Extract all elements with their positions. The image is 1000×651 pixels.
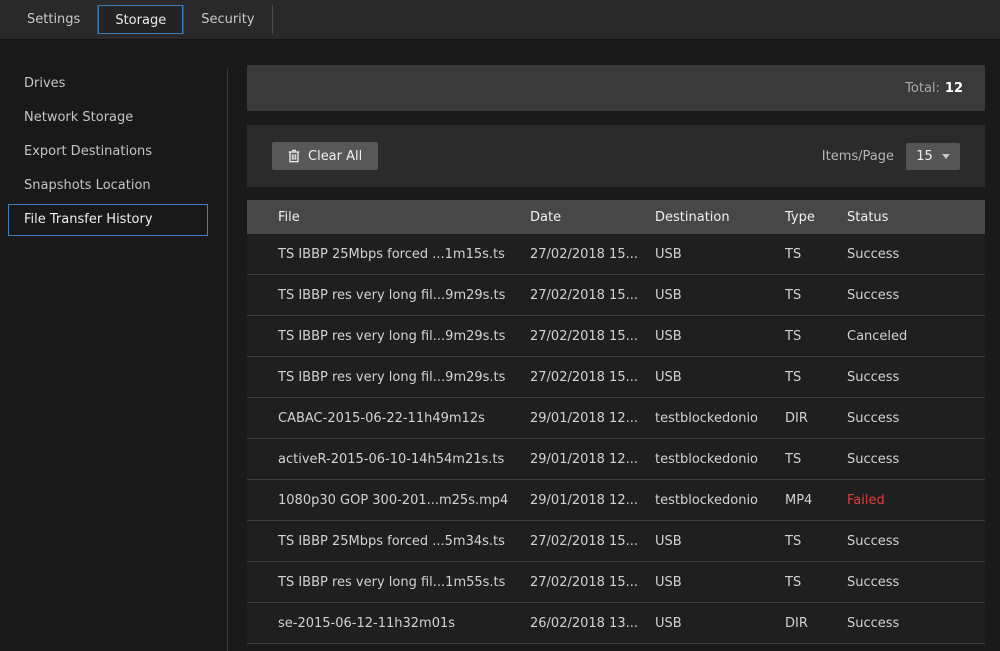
- cell-status: Success: [847, 411, 985, 426]
- column-header-type: Type: [785, 210, 847, 225]
- cell-status: Success: [847, 616, 985, 631]
- cell-status: Success: [847, 288, 985, 303]
- table-row[interactable]: 1080p30 GOP 300-201...m25s.mp4 29/01/201…: [247, 480, 985, 521]
- cell-date: 29/01/2018 12...: [530, 452, 655, 467]
- cell-type: DIR: [785, 411, 847, 426]
- table-row[interactable]: TS IBBP 25Mbps forced ...1m15s.ts 27/02/…: [247, 234, 985, 275]
- cell-destination: USB: [655, 288, 785, 303]
- cell-type: TS: [785, 452, 847, 467]
- cell-file: TS IBBP res very long fil...9m29s.ts: [247, 329, 530, 344]
- cell-destination: USB: [655, 329, 785, 344]
- cell-type: TS: [785, 288, 847, 303]
- cell-destination: testblockedonio: [655, 411, 785, 426]
- cell-status: Canceled: [847, 329, 985, 344]
- table-row[interactable]: TS IBBP res very long fil...9m29s.ts 27/…: [247, 357, 985, 398]
- items-per-page-value: 15: [916, 149, 933, 164]
- pagination-controls: Items/Page 15: [822, 143, 960, 170]
- tab-separator: [272, 5, 273, 34]
- trash-icon: [288, 149, 300, 163]
- sidebar-item-file-transfer-history[interactable]: File Transfer History: [8, 204, 208, 236]
- cell-type: TS: [785, 575, 847, 590]
- table-row[interactable]: activeR-2015-06-10-14h54m21s.ts 29/01/20…: [247, 439, 985, 480]
- tab-security[interactable]: Security: [184, 5, 271, 34]
- cell-destination: USB: [655, 370, 785, 385]
- column-header-status: Status: [847, 210, 985, 225]
- table-body: TS IBBP 25Mbps forced ...1m15s.ts 27/02/…: [247, 234, 985, 644]
- cell-destination: testblockedonio: [655, 452, 785, 467]
- cell-type: TS: [785, 534, 847, 549]
- cell-type: DIR: [785, 616, 847, 631]
- cell-date: 27/02/2018 15...: [530, 329, 655, 344]
- cell-date: 29/01/2018 12...: [530, 493, 655, 508]
- cell-type: TS: [785, 329, 847, 344]
- cell-date: 29/01/2018 12...: [530, 411, 655, 426]
- cell-file: CABAC-2015-06-22-11h49m12s: [247, 411, 530, 426]
- sidebar-item-drives[interactable]: Drives: [0, 67, 228, 101]
- cell-date: 27/02/2018 15...: [530, 575, 655, 590]
- table-header: File Date Destination Type Status: [247, 200, 985, 234]
- tab-storage[interactable]: Storage: [98, 5, 183, 34]
- cell-file: TS IBBP 25Mbps forced ...5m34s.ts: [247, 534, 530, 549]
- cell-status: Success: [847, 247, 985, 262]
- main-panel: Total: 12 Clear All Items/Page 15: [247, 41, 985, 651]
- column-header-date: Date: [530, 210, 655, 225]
- table-row[interactable]: TS IBBP 25Mbps forced ...5m34s.ts 27/02/…: [247, 521, 985, 562]
- cell-destination: USB: [655, 534, 785, 549]
- items-per-page-label: Items/Page: [822, 149, 894, 164]
- cell-destination: USB: [655, 616, 785, 631]
- sidebar-item-snapshots-location[interactable]: Snapshots Location: [0, 169, 228, 203]
- clear-all-button[interactable]: Clear All: [272, 142, 378, 170]
- total-value: 12: [945, 81, 963, 96]
- cell-file: activeR-2015-06-10-14h54m21s.ts: [247, 452, 530, 467]
- top-tab-bar: Settings Storage Security: [0, 0, 1000, 40]
- cell-destination: USB: [655, 247, 785, 262]
- cell-type: TS: [785, 370, 847, 385]
- cell-type: TS: [785, 247, 847, 262]
- cell-status: Success: [847, 575, 985, 590]
- cell-date: 27/02/2018 15...: [530, 534, 655, 549]
- cell-file: TS IBBP 25Mbps forced ...1m15s.ts: [247, 247, 530, 262]
- sidebar-divider: [227, 68, 228, 651]
- cell-type: MP4: [785, 493, 847, 508]
- cell-status: Success: [847, 452, 985, 467]
- items-per-page-dropdown[interactable]: 15: [906, 143, 960, 170]
- cell-destination: testblockedonio: [655, 493, 785, 508]
- table-row[interactable]: CABAC-2015-06-22-11h49m12s 29/01/2018 12…: [247, 398, 985, 439]
- table-row[interactable]: TS IBBP res very long fil...9m29s.ts 27/…: [247, 275, 985, 316]
- cell-file: se-2015-06-12-11h32m01s: [247, 616, 530, 631]
- tab-settings[interactable]: Settings: [10, 5, 97, 34]
- clear-all-label: Clear All: [308, 149, 362, 164]
- column-header-file: File: [247, 210, 530, 225]
- cell-date: 27/02/2018 15...: [530, 247, 655, 262]
- cell-file: TS IBBP res very long fil...9m29s.ts: [247, 370, 530, 385]
- cell-date: 26/02/2018 13...: [530, 616, 655, 631]
- cell-date: 27/02/2018 15...: [530, 288, 655, 303]
- total-label: Total:: [905, 81, 940, 96]
- table-row[interactable]: se-2015-06-12-11h32m01s 26/02/2018 13...…: [247, 603, 985, 644]
- cell-date: 27/02/2018 15...: [530, 370, 655, 385]
- cell-file: TS IBBP res very long fil...1m55s.ts: [247, 575, 530, 590]
- sidebar-list: Drives Network Storage Export Destinatio…: [0, 41, 228, 236]
- column-header-destination: Destination: [655, 210, 785, 225]
- cell-file: 1080p30 GOP 300-201...m25s.mp4: [247, 493, 530, 508]
- cell-file: TS IBBP res very long fil...9m29s.ts: [247, 288, 530, 303]
- sidebar-item-network-storage[interactable]: Network Storage: [0, 101, 228, 135]
- table-row[interactable]: TS IBBP res very long fil...9m29s.ts 27/…: [247, 316, 985, 357]
- cell-status: Success: [847, 370, 985, 385]
- sidebar-item-export-destinations[interactable]: Export Destinations: [0, 135, 228, 169]
- toolbar: Clear All Items/Page 15: [247, 125, 985, 187]
- table-row[interactable]: TS IBBP res very long fil...1m55s.ts 27/…: [247, 562, 985, 603]
- file-transfer-table: File Date Destination Type Status TS IBB…: [247, 200, 985, 644]
- cell-status: Failed: [847, 493, 985, 508]
- cell-destination: USB: [655, 575, 785, 590]
- total-bar: Total: 12: [247, 65, 985, 111]
- chevron-down-icon: [942, 154, 950, 159]
- sidebar: Drives Network Storage Export Destinatio…: [0, 41, 228, 651]
- cell-status: Success: [847, 534, 985, 549]
